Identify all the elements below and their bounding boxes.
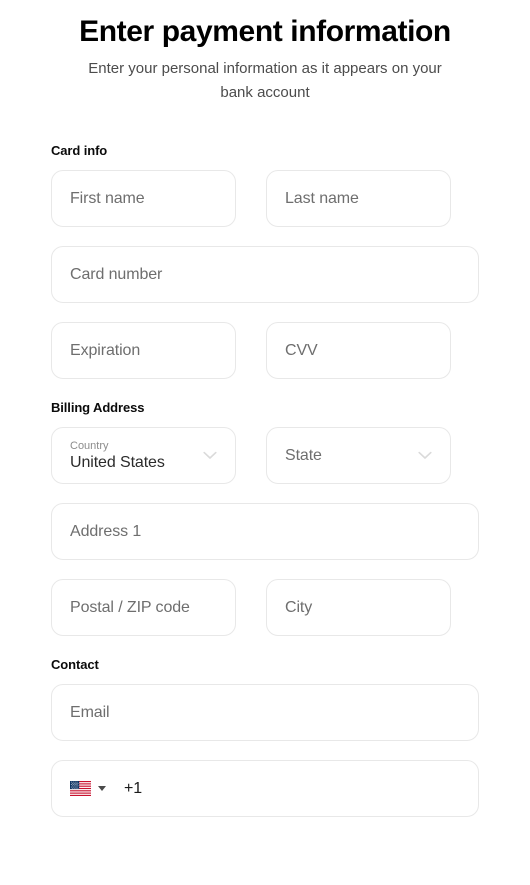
section-title-billing-address: Billing Address (51, 400, 145, 415)
row-postal-city: Postal / ZIP code City (51, 579, 479, 636)
section-title-contact: Contact (51, 657, 99, 672)
cvv-wrapper: CVV (266, 322, 451, 379)
section-title-card-info: Card info (51, 143, 108, 158)
row-expiration-cvv: Expiration CVV (51, 322, 479, 379)
country-label: Country (70, 439, 109, 452)
row-email: Email (51, 684, 479, 741)
phone-wrapper: +1 (51, 760, 479, 817)
phone-field[interactable]: +1 (51, 760, 479, 817)
row-name: First name Last name (51, 170, 479, 227)
first-name-field[interactable]: First name (51, 170, 236, 227)
card-number-placeholder: Card number (70, 265, 163, 283)
country-wrapper: Country United States (51, 427, 236, 484)
country-value: United States (70, 453, 165, 471)
cvv-field[interactable]: CVV (266, 322, 451, 379)
city-field[interactable]: City (266, 579, 451, 636)
state-placeholder: State (285, 446, 322, 464)
section-contact: Contact Email +1 (51, 657, 479, 817)
first-name-wrapper: First name (51, 170, 236, 227)
payment-form: Card info First name Last name Card numb… (0, 143, 530, 817)
state-wrapper: State (266, 427, 451, 484)
city-placeholder: City (285, 598, 313, 616)
row-country-state: Country United States State (51, 427, 479, 484)
email-placeholder: Email (70, 703, 110, 721)
first-name-placeholder: First name (70, 189, 145, 207)
country-select[interactable]: Country United States (51, 427, 236, 484)
chevron-down-icon (203, 451, 217, 460)
page-title: Enter payment information (79, 15, 451, 48)
card-number-field[interactable]: Card number (51, 246, 479, 303)
last-name-placeholder: Last name (285, 189, 359, 207)
cvv-placeholder: CVV (285, 341, 318, 359)
caret-down-icon[interactable] (98, 786, 106, 791)
phone-dial-code: +1 (124, 779, 143, 797)
row-card-number: Card number (51, 246, 479, 303)
city-wrapper: City (266, 579, 451, 636)
postal-code-wrapper: Postal / ZIP code (51, 579, 236, 636)
us-flag-icon[interactable] (70, 781, 91, 796)
postal-code-placeholder: Postal / ZIP code (70, 598, 190, 616)
card-number-wrapper: Card number (51, 246, 479, 303)
email-wrapper: Email (51, 684, 479, 741)
row-address1: Address 1 (51, 503, 479, 560)
postal-code-field[interactable]: Postal / ZIP code (51, 579, 236, 636)
expiration-wrapper: Expiration (51, 322, 236, 379)
last-name-wrapper: Last name (266, 170, 451, 227)
address1-placeholder: Address 1 (70, 522, 142, 540)
section-billing-address: Billing Address Country United States St… (51, 400, 479, 636)
email-field[interactable]: Email (51, 684, 479, 741)
payment-information-page: Enter payment information Enter your per… (0, 0, 530, 885)
address1-wrapper: Address 1 (51, 503, 479, 560)
country-texts: Country United States (70, 439, 165, 471)
state-select[interactable]: State (266, 427, 451, 484)
expiration-field[interactable]: Expiration (51, 322, 236, 379)
section-card-info: Card info First name Last name Card numb… (51, 143, 479, 379)
chevron-down-icon (418, 451, 432, 460)
page-subtitle: Enter your personal information as it ap… (88, 60, 442, 101)
page-header: Enter payment information Enter your per… (0, 0, 530, 105)
address1-field[interactable]: Address 1 (51, 503, 479, 560)
row-phone: +1 (51, 760, 479, 817)
last-name-field[interactable]: Last name (266, 170, 451, 227)
expiration-placeholder: Expiration (70, 341, 141, 359)
